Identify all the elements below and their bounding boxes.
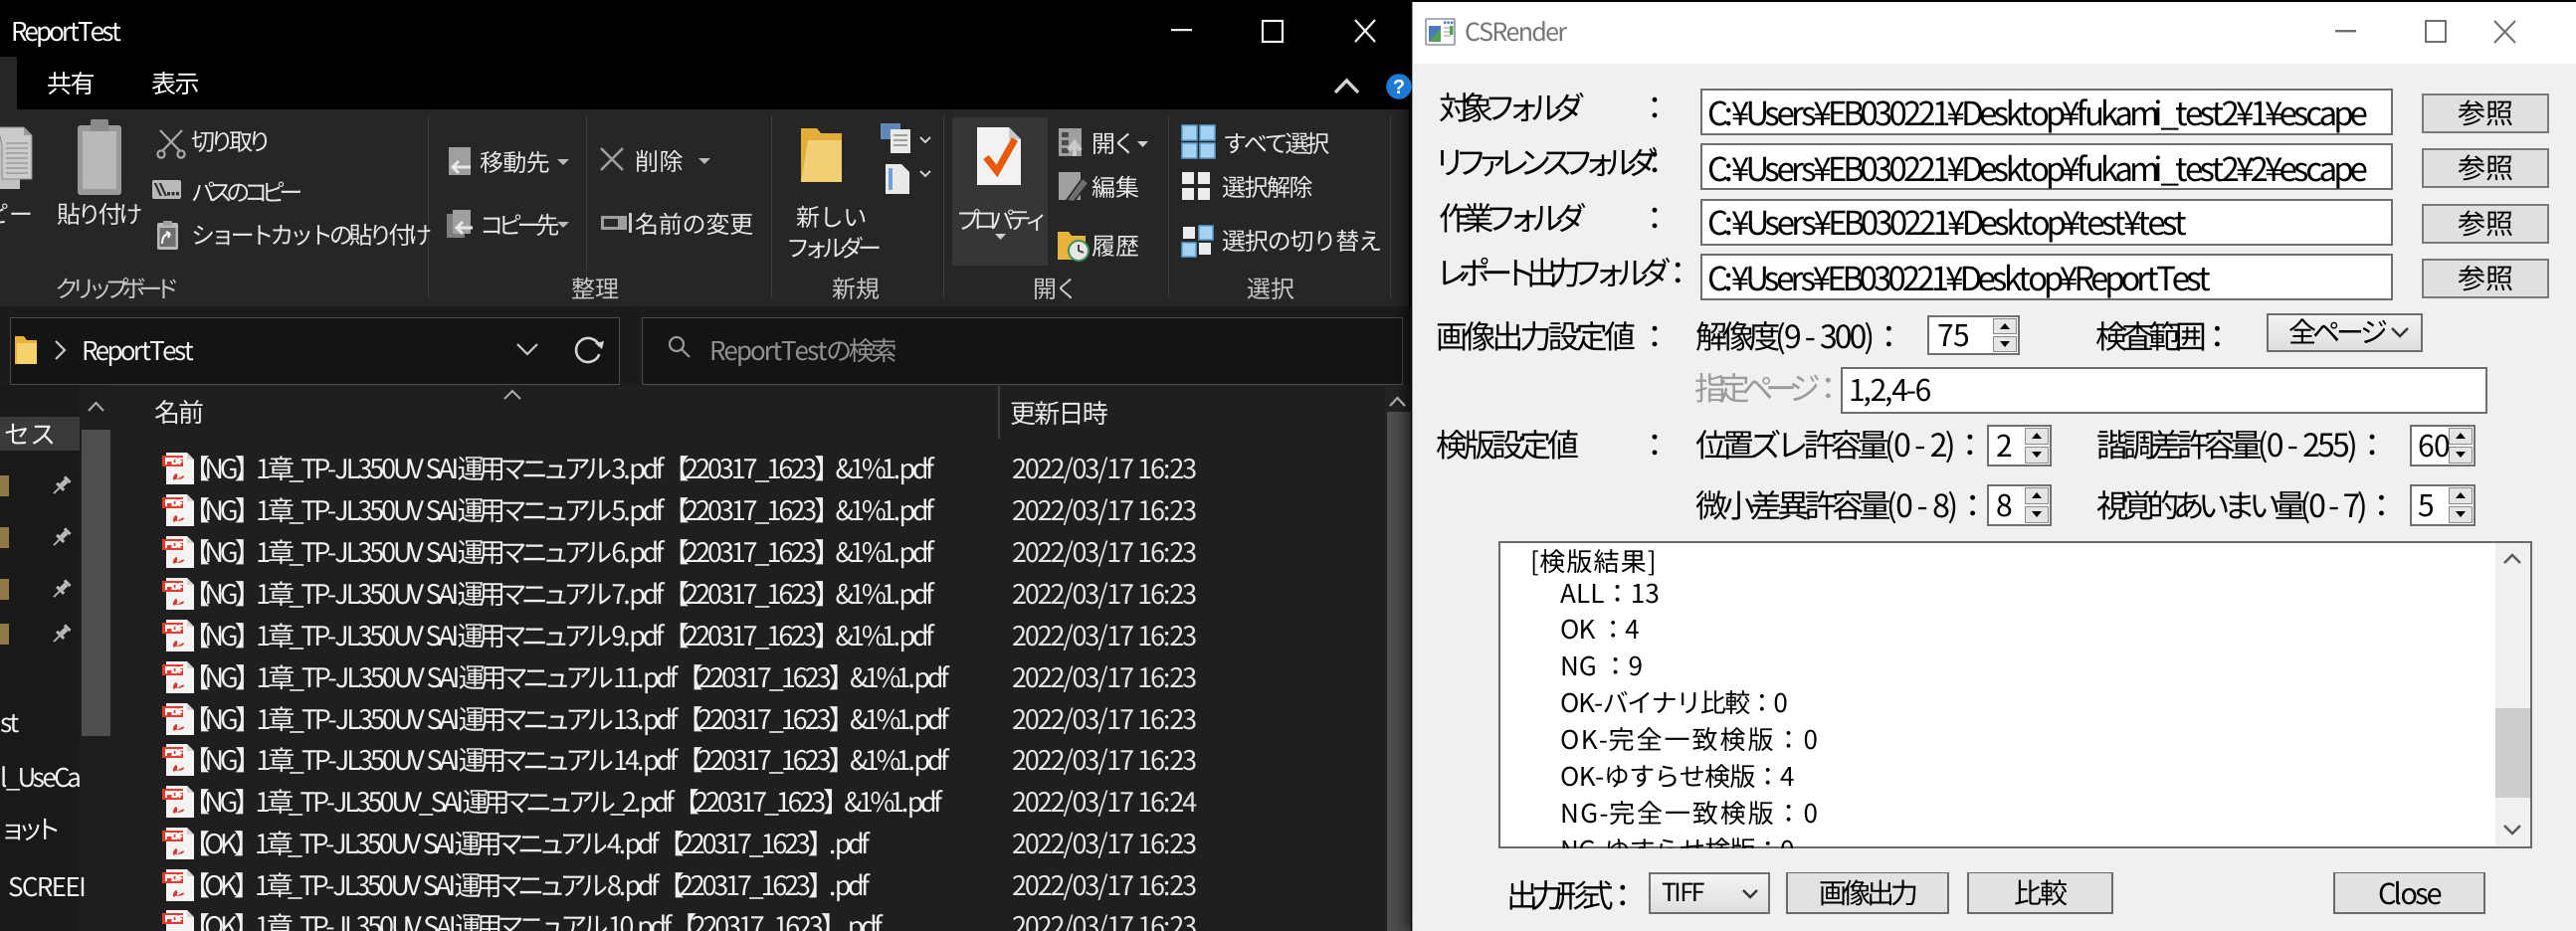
svg-text:?: ? — [1393, 77, 1405, 98]
